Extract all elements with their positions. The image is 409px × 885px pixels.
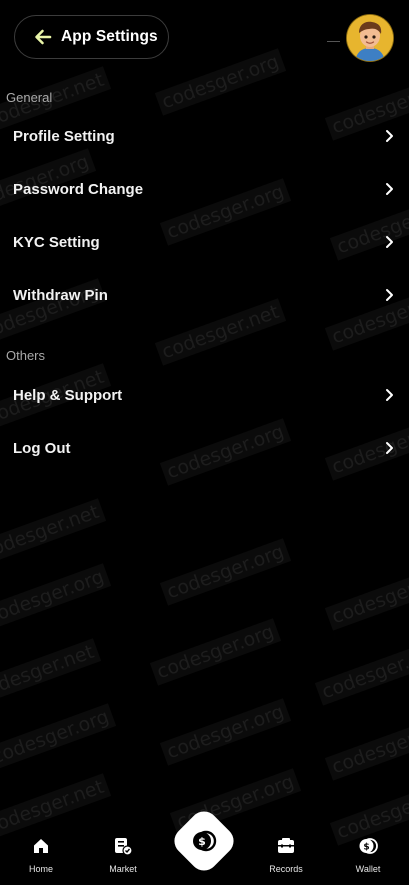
section-title-general: General bbox=[6, 90, 53, 105]
menu-item-password-change[interactable]: Password Change bbox=[0, 166, 409, 212]
chevron-right-icon bbox=[386, 130, 393, 142]
nav-item-market[interactable]: Market bbox=[93, 836, 153, 874]
watermark-text: codesger.org bbox=[324, 563, 409, 631]
menu-item-label: Help & Support bbox=[13, 386, 123, 404]
chevron-right-icon bbox=[386, 236, 393, 248]
divider bbox=[327, 41, 340, 42]
nav-label: Market bbox=[109, 864, 137, 874]
dollar-coin-icon: $ bbox=[191, 828, 217, 854]
back-button[interactable]: App Settings bbox=[14, 15, 169, 59]
watermark-text: codesger.net bbox=[0, 638, 101, 706]
arrow-left-icon bbox=[33, 27, 53, 47]
watermark-text: codesger.org bbox=[324, 713, 409, 781]
watermark-text: codesger.org bbox=[0, 563, 111, 631]
chevron-right-icon bbox=[386, 183, 393, 195]
nav-item-home[interactable]: Home bbox=[11, 836, 71, 874]
section-title-others: Others bbox=[6, 348, 46, 363]
menu-item-kyc-setting[interactable]: KYC Setting bbox=[0, 219, 409, 265]
nav-item-wallet[interactable]: $ Wallet bbox=[338, 836, 398, 874]
nav-label: Wallet bbox=[355, 864, 381, 874]
menu-item-withdraw-pin[interactable]: Withdraw Pin bbox=[0, 272, 409, 318]
menu-item-log-out[interactable]: Log Out bbox=[0, 425, 409, 471]
watermark-text: codesger.org bbox=[149, 618, 281, 686]
avatar[interactable] bbox=[347, 15, 393, 61]
nav-label: Home bbox=[28, 864, 53, 874]
nav-item-records[interactable]: Records bbox=[256, 836, 316, 874]
menu-item-label: Profile Setting bbox=[13, 127, 115, 145]
home-icon bbox=[31, 836, 51, 856]
watermark-text: codesger.org bbox=[159, 698, 291, 766]
menu-item-label: Withdraw Pin bbox=[13, 286, 108, 304]
watermark-text: codesger.net bbox=[314, 638, 409, 706]
menu-item-profile-setting[interactable]: Profile Setting bbox=[0, 113, 409, 159]
watermark-text: codesger.net bbox=[0, 498, 106, 566]
svg-text:$: $ bbox=[363, 843, 369, 853]
chevron-right-icon bbox=[386, 389, 393, 401]
chevron-right-icon bbox=[386, 289, 393, 301]
page-title: App Settings bbox=[61, 28, 158, 45]
svg-text:$: $ bbox=[198, 835, 206, 848]
chevron-right-icon bbox=[386, 442, 393, 454]
menu-item-help-support[interactable]: Help & Support bbox=[0, 372, 409, 418]
nav-label: Records bbox=[269, 864, 303, 874]
wallet-icon: $ bbox=[358, 836, 378, 856]
watermark-text: codesger.org bbox=[159, 538, 291, 606]
market-icon bbox=[113, 836, 133, 856]
app-header: App Settings bbox=[0, 0, 409, 80]
menu-item-label: Password Change bbox=[13, 180, 144, 198]
bottom-nav: Home Market $ Records $ Wallet bbox=[0, 805, 409, 885]
menu-item-label: KYC Setting bbox=[13, 233, 100, 251]
watermark-text: codesger.org bbox=[0, 703, 116, 771]
center-action-button[interactable]: $ bbox=[168, 805, 240, 877]
records-icon bbox=[276, 836, 296, 856]
menu-item-label: Log Out bbox=[13, 439, 71, 457]
